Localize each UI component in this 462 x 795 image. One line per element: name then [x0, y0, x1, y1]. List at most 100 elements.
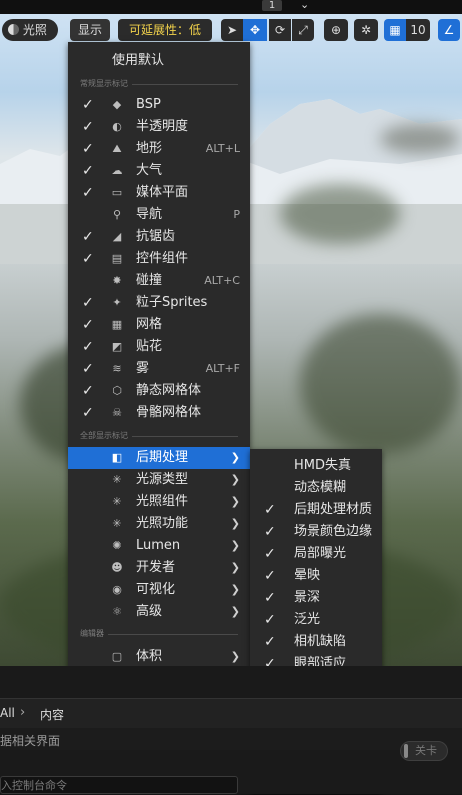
list-item[interactable]: ✓ ◢ 抗锯齿 — [68, 226, 250, 248]
tab-content[interactable]: 内容 — [40, 706, 64, 723]
scale-mode-button[interactable]: ⤢ — [292, 19, 314, 41]
surface-snap-button[interactable]: ✲ — [354, 19, 378, 41]
item-label: 景深 — [294, 590, 321, 605]
checkmark-icon: ✓ — [82, 119, 94, 135]
submenu-trigger[interactable]: ⚛ 高级 ❯ — [68, 601, 250, 623]
list-item[interactable]: ✓ 相机缺陷 — [250, 631, 382, 653]
chevron-right-icon: ❯ — [230, 495, 240, 508]
grid-snap-button[interactable]: ▦ — [384, 19, 406, 41]
submenu-trigger[interactable]: ☻ 开发者 ❯ — [68, 557, 250, 579]
level-toggle[interactable]: 关卡 — [400, 741, 448, 761]
list-item[interactable]: ✓ ◐ 半透明度 — [68, 116, 250, 138]
checkmark-icon: ✓ — [264, 634, 276, 650]
chevron-right-icon: ❯ — [230, 539, 240, 552]
list-item[interactable]: ✓ ▤ 控件组件 — [68, 248, 250, 270]
globe-icon: ⊕ — [330, 23, 342, 37]
viewport-tab-number[interactable]: 1 — [262, 0, 282, 11]
atmosphere-icon: ☁ — [111, 164, 123, 177]
list-item[interactable]: ✓ 局部曝光 — [250, 543, 382, 565]
grid-size-value[interactable]: 10 — [406, 19, 430, 41]
content-browser-tabs: All › 内容 — [0, 698, 462, 729]
list-item[interactable]: HMD失真 — [250, 455, 382, 477]
translucency-icon: ◐ — [112, 120, 122, 133]
chevron-right-icon: ❯ — [230, 517, 240, 530]
list-item[interactable]: ✓ ☠ 骨骼网格体 — [68, 402, 250, 424]
rotate-mode-button[interactable]: ⟳ — [269, 19, 291, 41]
select-mode-button[interactable]: ➤ — [221, 19, 243, 41]
section-editor: 编辑器 — [80, 628, 238, 640]
lumen-icon: ✺ — [112, 539, 122, 552]
item-label: 贴花 — [136, 339, 163, 354]
angle-icon: ∠ — [443, 23, 455, 37]
lighting-mode-button[interactable]: 光照 — [2, 19, 58, 41]
decal-icon: ◩ — [111, 340, 123, 353]
item-label: 后期处理 — [136, 450, 189, 465]
grid-icon: ▦ — [389, 23, 401, 37]
toggle-label: 关卡 — [415, 744, 437, 757]
rotate-icon: ⟳ — [274, 23, 286, 37]
list-item[interactable]: ✓ ✦ 粒子Sprites — [68, 292, 250, 314]
shortcut-label: ALT+F — [205, 362, 240, 375]
checkmark-icon: ✓ — [264, 524, 276, 540]
list-item[interactable]: ✓ ▭ 媒体平面 — [68, 182, 250, 204]
list-item[interactable]: ✓ ⛰ 地形 ALT+L — [68, 138, 250, 160]
list-item[interactable]: ✓ ◩ 贴花 — [68, 336, 250, 358]
submenu-trigger[interactable]: ◧ 后期处理 ❯ — [68, 447, 250, 469]
toggle-knob — [404, 744, 408, 758]
item-label: Lumen — [136, 538, 181, 553]
list-item[interactable]: ✓ ≋ 雾 ALT+F — [68, 358, 250, 380]
item-label: 高级 — [136, 604, 163, 619]
console-command-input[interactable]: 入控制台命令 — [0, 776, 238, 794]
checkmark-icon: ✓ — [264, 502, 276, 518]
item-label: 静态网格体 — [136, 383, 202, 398]
item-label: 泛光 — [294, 612, 321, 627]
item-label: 后期处理材质 — [294, 502, 373, 517]
submenu-trigger[interactable]: ◉ 可视化 ❯ — [68, 579, 250, 601]
volume-icon: ▢ — [111, 650, 123, 663]
scalability-button[interactable]: 可延展性：低 — [118, 19, 212, 41]
list-item[interactable]: ✓ 景深 — [250, 587, 382, 609]
checkmark-icon: ✓ — [82, 229, 94, 245]
item-label: 可视化 — [136, 582, 176, 597]
submenu-trigger[interactable]: ▢ 体积 ❯ — [68, 646, 250, 668]
list-item[interactable]: ✓ ⬡ 静态网格体 — [68, 380, 250, 402]
skeletal-mesh-icon: ☠ — [112, 406, 122, 419]
list-item[interactable]: ✓ 场景颜色边缘 — [250, 521, 382, 543]
chevron-down-icon[interactable]: ⌄ — [300, 0, 309, 11]
search-bar[interactable]: 据相关界面 — [0, 728, 462, 750]
list-item[interactable]: ✓ 泛光 — [250, 609, 382, 631]
submenu-trigger[interactable]: ✳ 光照功能 ❯ — [68, 513, 250, 535]
item-label: 碰撞 — [136, 273, 163, 288]
chevron-right-icon: ❯ — [230, 605, 240, 618]
checkmark-icon: ✓ — [82, 405, 94, 421]
widget-component-icon: ▤ — [111, 252, 123, 265]
list-item[interactable]: ✓ ☁ 大气 — [68, 160, 250, 182]
chevron-right-icon: ❯ — [230, 451, 240, 464]
submenu-trigger[interactable]: ✳ 光源类型 ❯ — [68, 469, 250, 491]
scalability-label: 可延展性：低 — [128, 23, 201, 37]
translate-mode-button[interactable]: ✥ — [243, 19, 267, 41]
list-item[interactable]: 动态模糊 — [250, 477, 382, 499]
antialiasing-icon: ◢ — [112, 230, 122, 243]
item-label: 控件组件 — [136, 251, 189, 266]
cursor-icon: ➤ — [226, 23, 238, 37]
show-button[interactable]: 显示 — [70, 19, 110, 41]
list-item[interactable]: ✓ ◆ BSP — [68, 94, 250, 116]
bsp-icon: ◆ — [112, 98, 122, 111]
list-item[interactable]: ⚲ 导航 P — [68, 204, 250, 226]
submenu-trigger[interactable]: ✺ Lumen ❯ — [68, 535, 250, 557]
world-space-button[interactable]: ⊕ — [324, 19, 348, 41]
use-defaults-item[interactable]: 使用默认 — [68, 50, 250, 72]
list-item[interactable]: ✓ 后期处理材质 — [250, 499, 382, 521]
lighting-icon — [8, 24, 19, 35]
list-item[interactable]: ✸ 碰撞 ALT+C — [68, 270, 250, 292]
tab-all[interactable]: All — [0, 706, 15, 720]
item-label: 导航 — [136, 207, 163, 222]
item-label: 光照功能 — [136, 516, 189, 531]
item-label: 地形 — [136, 141, 163, 156]
submenu-trigger[interactable]: ✳ 光照组件 ❯ — [68, 491, 250, 513]
rotation-snap-button[interactable]: ∠ — [438, 19, 460, 41]
list-item[interactable]: ✓ ▦ 网格 — [68, 314, 250, 336]
list-item[interactable]: ✓ 晕映 — [250, 565, 382, 587]
chevron-right-icon: ❯ — [230, 650, 240, 663]
